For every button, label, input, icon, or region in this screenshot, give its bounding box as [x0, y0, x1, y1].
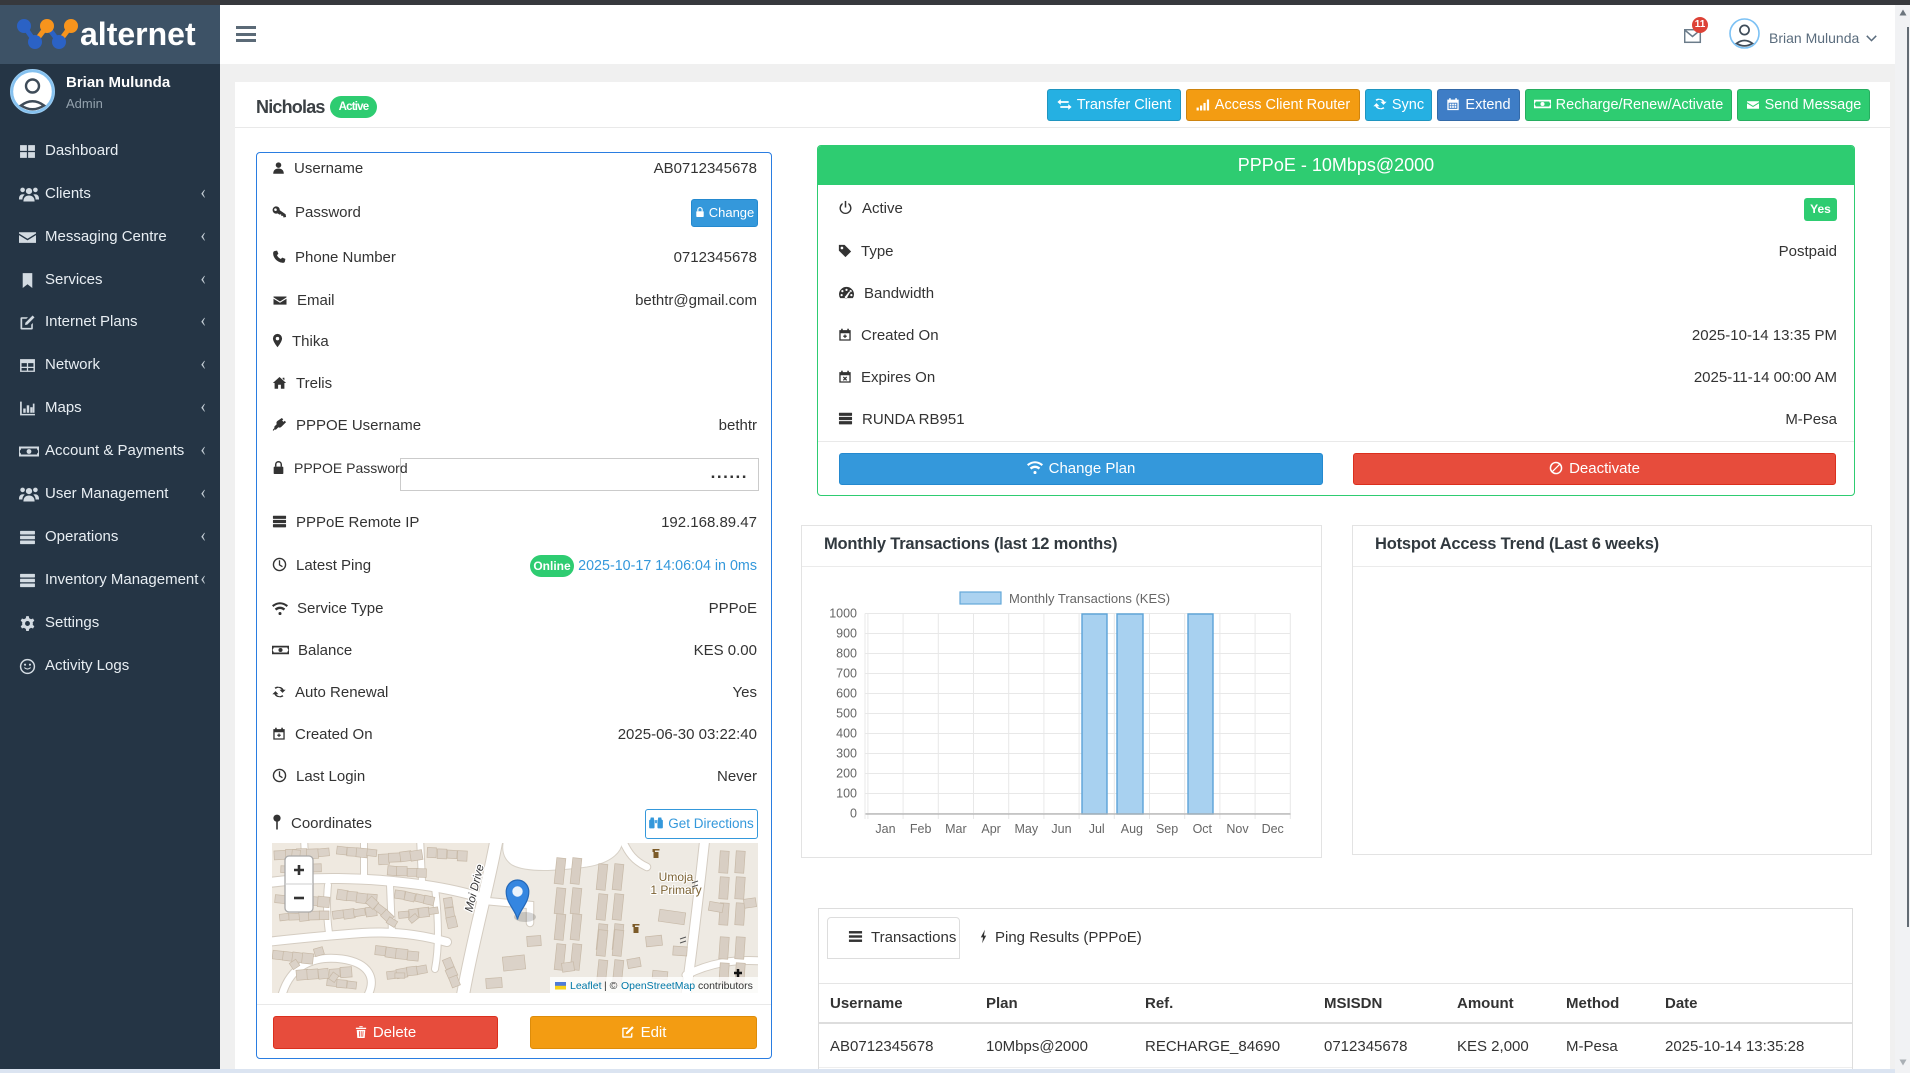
svg-text:100: 100	[836, 787, 857, 801]
svg-text:OpenStreetMap: OpenStreetMap	[621, 980, 695, 992]
svg-text:Jul: Jul	[1089, 822, 1105, 836]
svg-text:Apr: Apr	[981, 822, 1000, 836]
svg-text:700: 700	[836, 667, 857, 681]
svg-text:200: 200	[836, 767, 857, 781]
svg-text:Oct: Oct	[1193, 822, 1213, 836]
svg-text:1 Primary: 1 Primary	[650, 883, 701, 897]
svg-text:1000: 1000	[829, 607, 857, 621]
svg-text:Dec: Dec	[1262, 822, 1284, 836]
svg-text:Nov: Nov	[1226, 822, 1249, 836]
svg-text:Monthly Transactions (KES): Monthly Transactions (KES)	[1009, 591, 1170, 606]
svg-text:Jan: Jan	[875, 822, 895, 836]
svg-text:| ©: | ©	[604, 980, 618, 992]
svg-text:Feb: Feb	[910, 822, 932, 836]
svg-text:Mar: Mar	[945, 822, 967, 836]
svg-text:900: 900	[836, 627, 857, 641]
svg-text:Sep: Sep	[1156, 822, 1178, 836]
svg-text:300: 300	[836, 747, 857, 761]
svg-text:Aug: Aug	[1121, 822, 1143, 836]
svg-text:400: 400	[836, 727, 857, 741]
svg-text:800: 800	[836, 647, 857, 661]
svg-text:Jun: Jun	[1051, 822, 1071, 836]
svg-text:Umoja: Umoja	[659, 870, 694, 884]
svg-text:0: 0	[850, 807, 857, 821]
svg-text:May: May	[1014, 822, 1038, 836]
svg-text:Leaflet: Leaflet	[570, 980, 602, 992]
svg-text:contributors: contributors	[698, 980, 753, 992]
svg-text:500: 500	[836, 707, 857, 721]
svg-text:600: 600	[836, 687, 857, 701]
